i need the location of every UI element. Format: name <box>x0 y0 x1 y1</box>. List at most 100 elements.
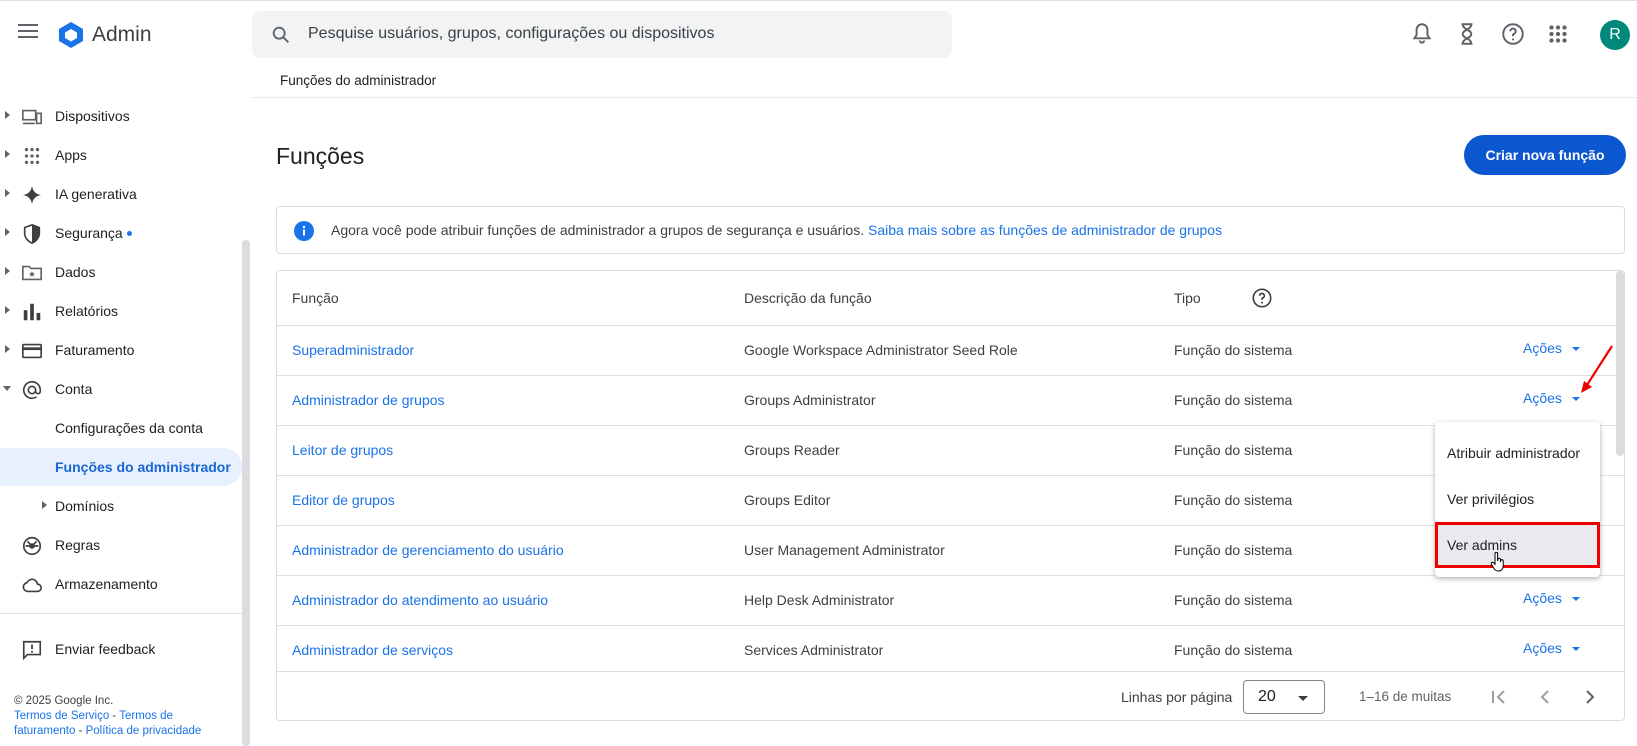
role-type: Função do sistema <box>1174 592 1293 608</box>
expand-arrow-icon[interactable] <box>5 267 10 275</box>
devices-icon <box>22 109 42 125</box>
table-row: Administrador do atendimento ao usuário … <box>277 576 1624 626</box>
info-icon <box>294 221 314 241</box>
role-description: Groups Reader <box>744 442 840 458</box>
expand-arrow-icon[interactable] <box>5 189 10 197</box>
sidebar-item-label: Faturamento <box>55 342 135 358</box>
menu-item-label: Ver privilégios <box>1447 491 1535 507</box>
expand-arrow-icon[interactable] <box>5 150 10 158</box>
sidebar-item-funcoes-do-administrador[interactable]: Funções do administrador <box>0 448 242 486</box>
search-bar[interactable]: Pesquise usuários, grupos, configurações… <box>252 11 952 58</box>
actions-dropdown[interactable]: Ações <box>1523 390 1580 406</box>
menu-item-view-admins[interactable]: Ver admins <box>1435 522 1600 568</box>
avatar[interactable]: R <box>1600 20 1630 50</box>
admin-logo-icon <box>59 22 83 48</box>
menu-item-assign-admin[interactable]: Atribuir administrador <box>1435 430 1600 476</box>
sidebar-item-faturamento[interactable]: Faturamento <box>0 331 242 369</box>
sidebar-item-dados[interactable]: Dados <box>0 253 242 291</box>
actions-label: Ações <box>1523 340 1562 356</box>
app-title[interactable]: Admin <box>92 23 152 47</box>
actions-dropdown[interactable]: Ações <box>1523 340 1580 356</box>
sidebar-item-armazenamento[interactable]: Armazenamento <box>0 565 242 603</box>
sidebar-item-label: Domínios <box>55 498 115 514</box>
sidebar-item-label: Conta <box>55 381 93 397</box>
role-description: Groups Administrator <box>744 392 876 408</box>
create-role-button[interactable]: Criar nova função <box>1464 135 1626 175</box>
sidebar-item-apps[interactable]: Apps <box>0 136 242 174</box>
separator: - <box>75 725 86 737</box>
actions-label: Ações <box>1523 390 1562 406</box>
sidebar-item-conta[interactable]: Conta <box>0 370 242 408</box>
menu-icon[interactable] <box>18 24 38 40</box>
terms-link[interactable]: Termos de Serviço <box>14 710 109 722</box>
role-description: Google Workspace Administrator Seed Role <box>744 342 1018 358</box>
sidebar-item-label: Dispositivos <box>55 108 130 124</box>
sidebar-item-label: Configurações da conta <box>55 420 203 436</box>
expand-arrow-icon[interactable] <box>5 228 10 236</box>
role-name-link[interactable]: Administrador de grupos <box>292 392 445 408</box>
rows-per-page-value: 20 <box>1258 688 1276 705</box>
table-row: Editor de grupos Groups Editor Função do… <box>277 476 1624 526</box>
sparkle-icon <box>22 185 42 205</box>
role-type: Função do sistema <box>1174 392 1293 408</box>
table-header: Função Descrição da função Tipo <box>277 271 1624 326</box>
banner-learn-more-link[interactable]: Saiba mais sobre as funções de administr… <box>868 222 1222 238</box>
hand-cursor-icon <box>1490 552 1504 572</box>
privacy-link[interactable]: Política de privacidade <box>86 725 202 737</box>
sidebar-item-label: Armazenamento <box>55 576 158 592</box>
sidebar-scrollbar[interactable] <box>242 240 250 746</box>
sidebar-item-seguranca[interactable]: Segurança <box>0 214 242 252</box>
bar-chart-icon <box>23 303 41 321</box>
search-input[interactable]: Pesquise usuários, grupos, configurações… <box>308 25 714 43</box>
separator: - <box>109 710 120 722</box>
bell-icon[interactable] <box>1409 21 1435 47</box>
help-icon[interactable] <box>1251 287 1273 309</box>
actions-label: Ações <box>1523 640 1562 656</box>
expand-arrow-icon[interactable] <box>5 345 10 353</box>
table-row: Administrador de grupos Groups Administr… <box>277 376 1624 426</box>
sidebar: Dispositivos Apps IA generativa Seguranç… <box>0 68 252 746</box>
expand-arrow-icon[interactable] <box>5 306 10 314</box>
actions-dropdown[interactable]: Ações <box>1523 640 1580 656</box>
sidebar-item-dominios[interactable]: Domínios <box>0 487 242 525</box>
feedback-label: Enviar feedback <box>55 641 156 657</box>
role-name-link[interactable]: Superadministrador <box>292 342 414 358</box>
pagination: Linhas por página 20 1–16 de muitas <box>277 671 1624 720</box>
table-scrollbar[interactable] <box>1616 271 1624 456</box>
previous-page-icon[interactable] <box>1533 685 1557 709</box>
sidebar-item-dispositivos[interactable]: Dispositivos <box>0 97 242 135</box>
credit-card-icon <box>22 343 42 359</box>
actions-dropdown[interactable]: Ações <box>1523 590 1580 606</box>
at-sign-icon <box>22 380 42 400</box>
sidebar-item-relatorios[interactable]: Relatórios <box>0 292 242 330</box>
role-name-link[interactable]: Leitor de grupos <box>292 442 393 458</box>
role-name-link[interactable]: Administrador do atendimento ao usuário <box>292 592 548 608</box>
menu-item-view-privileges[interactable]: Ver privilégios <box>1435 476 1600 522</box>
column-header-role[interactable]: Função <box>292 290 339 306</box>
shield-icon <box>23 223 41 245</box>
banner-text: Agora você pode atribuir funções de admi… <box>331 222 865 238</box>
collapse-arrow-icon[interactable] <box>3 386 11 391</box>
apps-grid-icon[interactable] <box>1545 21 1571 47</box>
hourglass-icon[interactable] <box>1454 21 1480 47</box>
sidebar-item-ia-generativa[interactable]: IA generativa <box>0 175 242 213</box>
role-description: Groups Editor <box>744 492 831 508</box>
dropdown-arrow-icon <box>1571 397 1580 402</box>
sidebar-item-configuracoes-da-conta[interactable]: Configurações da conta <box>0 409 242 447</box>
first-page-icon[interactable] <box>1487 685 1511 709</box>
help-icon[interactable] <box>1500 21 1526 47</box>
role-name-link[interactable]: Administrador de gerenciamento do usuári… <box>292 542 564 558</box>
rows-per-page-label: Linhas por página <box>1121 689 1233 705</box>
sidebar-item-regras[interactable]: Regras <box>0 526 242 564</box>
role-name-link[interactable]: Editor de grupos <box>292 492 395 508</box>
rows-per-page-select[interactable]: 20 <box>1243 680 1325 714</box>
menu-item-label: Atribuir administrador <box>1447 445 1581 461</box>
send-feedback-button[interactable]: Enviar feedback <box>0 630 242 668</box>
folder-star-icon <box>22 265 42 281</box>
role-name-link[interactable]: Administrador de serviços <box>292 642 453 658</box>
expand-arrow-icon[interactable] <box>5 111 10 119</box>
page-range: 1–16 de muitas <box>1359 689 1452 704</box>
next-page-icon[interactable] <box>1578 685 1602 709</box>
actions-menu: Atribuir administrador Ver privilégios V… <box>1435 422 1600 577</box>
expand-arrow-icon[interactable] <box>42 501 47 509</box>
